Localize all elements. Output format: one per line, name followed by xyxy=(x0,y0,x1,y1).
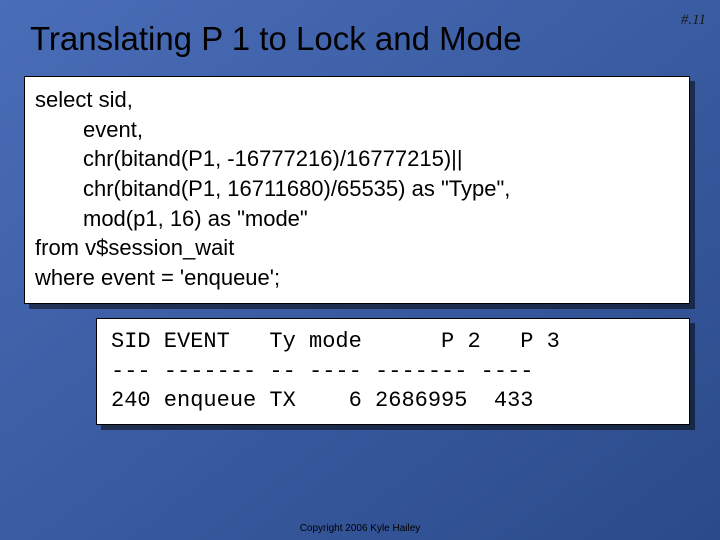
code-line: where event = 'enqueue'; xyxy=(35,265,280,290)
code-line: select sid, xyxy=(35,87,133,112)
code-line: chr(bitand(P1, 16711680)/65535) as "Type… xyxy=(35,174,675,204)
result-row: 240 enqueue TX 6 2686995 433 xyxy=(111,388,533,413)
sql-code-block: select sid, event, chr(bitand(P1, -16777… xyxy=(24,76,690,304)
page-number: #.11 xyxy=(681,12,706,29)
code-line: mod(p1, 16) as "mode" xyxy=(35,204,675,234)
result-header: SID EVENT Ty mode P 2 P 3 xyxy=(111,329,560,354)
result-block: SID EVENT Ty mode P 2 P 3 --- ------- --… xyxy=(96,318,690,425)
slide-title: Translating P 1 to Lock and Mode xyxy=(30,20,702,58)
slide: #.11 Translating P 1 to Lock and Mode se… xyxy=(0,0,720,540)
copyright: Copyright 2006 Kyle Hailey xyxy=(0,523,720,534)
code-line: event, xyxy=(35,115,675,145)
code-line: from v$session_wait xyxy=(35,235,234,260)
code-line: chr(bitand(P1, -16777216)/16777215)|| xyxy=(35,144,675,174)
result-separator: --- ------- -- ---- ------- ---- xyxy=(111,359,533,384)
